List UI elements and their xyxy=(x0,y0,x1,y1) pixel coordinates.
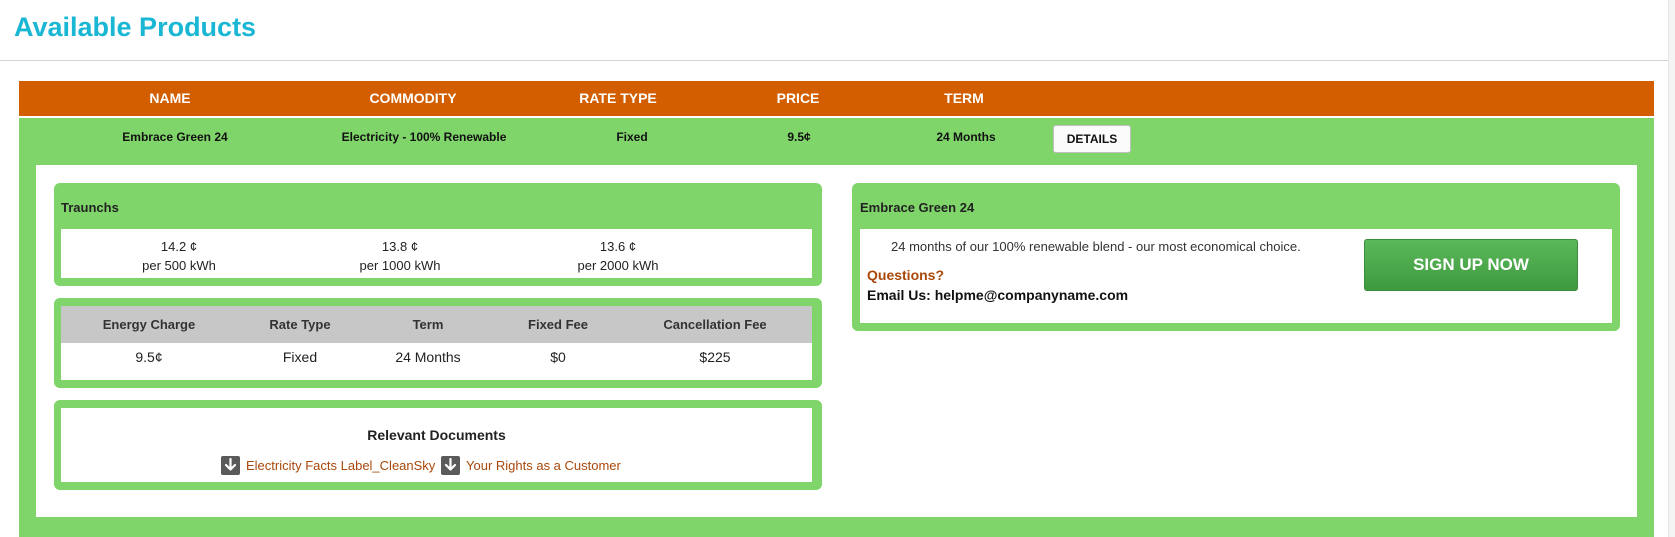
document-link-label: Your Rights as a Customer xyxy=(466,457,621,473)
plan-title: Embrace Green 24 xyxy=(860,200,975,215)
tranches-box: Traunchs 14.2 ¢ per 500 kWh 13.8 ¢ per 1… xyxy=(54,183,822,286)
product-term: 24 Months xyxy=(936,130,996,144)
tranches-title: Traunchs xyxy=(61,200,119,215)
product-details-panel: Traunchs 14.2 ¢ per 500 kWh 13.8 ¢ per 1… xyxy=(36,165,1637,517)
summary-energy-charge: 9.5¢ xyxy=(135,349,163,365)
tranche-usage: per 500 kWh xyxy=(142,258,216,273)
summary-box: Energy Charge Rate Type Term Fixed Fee C… xyxy=(54,298,822,388)
summary-fixed-fee: $0 xyxy=(550,349,566,365)
summary-header-term: Term xyxy=(412,317,444,332)
product-commodity: Electricity - 100% Renewable xyxy=(341,130,507,144)
product-rate-type: Fixed xyxy=(616,130,648,144)
column-header-price: PRICE xyxy=(776,90,820,106)
download-icon xyxy=(441,455,460,475)
summary-cancellation-fee: $225 xyxy=(699,349,731,365)
summary-header-fixed-fee: Fixed Fee xyxy=(528,317,588,332)
contact-email[interactable]: Email Us: helpme@companyname.com xyxy=(867,287,1128,303)
tranche-1000: 13.8 ¢ per 1000 kWh xyxy=(360,237,441,275)
product-price: 9.5¢ xyxy=(787,130,811,144)
customer-rights-link[interactable]: Your Rights as a Customer xyxy=(441,455,621,475)
column-header-term: TERM xyxy=(944,90,984,106)
column-header-rate-type: RATE TYPE xyxy=(579,90,657,106)
details-button[interactable]: DETAILS xyxy=(1053,125,1131,153)
tranche-usage: per 1000 kWh xyxy=(359,258,441,273)
plan-description: 24 months of our 100% renewable blend - … xyxy=(891,239,1301,254)
page-title: Available Products xyxy=(14,12,257,42)
tranche-500: 14.2 ¢ per 500 kWh xyxy=(142,237,216,275)
questions-heading: Questions? xyxy=(867,267,945,283)
products-table-header: NAME COMMODITY RATE TYPE PRICE TERM xyxy=(19,81,1654,116)
sign-up-now-button[interactable]: SIGN UP NOW xyxy=(1364,239,1578,291)
summary-header-row: Energy Charge Rate Type Term Fixed Fee C… xyxy=(61,306,812,343)
documents-title: Relevant Documents xyxy=(367,427,506,443)
column-header-name: NAME xyxy=(149,90,191,106)
summary-term: 24 Months xyxy=(395,349,461,365)
electricity-facts-label-link[interactable]: Electricity Facts Label_CleanSky xyxy=(221,455,435,475)
tranche-usage: per 2000 kWh xyxy=(577,258,659,273)
summary-rate-type: Fixed xyxy=(282,349,318,365)
plan-box: Embrace Green 24 24 months of our 100% r… xyxy=(852,183,1620,331)
tranche-price: 14.2 ¢ xyxy=(160,239,198,254)
documents-box: Relevant Documents Electricity Facts Lab… xyxy=(54,400,822,490)
tranches-table: 14.2 ¢ per 500 kWh 13.8 ¢ per 1000 kWh 1… xyxy=(61,229,812,278)
summary-header-rate-type: Rate Type xyxy=(269,317,331,332)
column-header-commodity: COMMODITY xyxy=(369,90,457,106)
summary-table: Energy Charge Rate Type Term Fixed Fee C… xyxy=(61,306,812,380)
plan-panel: 24 months of our 100% renewable blend - … xyxy=(860,229,1612,323)
download-icon xyxy=(221,455,240,475)
document-link-label: Electricity Facts Label_CleanSky xyxy=(246,457,436,473)
tranche-2000: 13.6 ¢ per 2000 kWh xyxy=(578,237,659,275)
product-name: Embrace Green 24 xyxy=(122,130,228,144)
tranche-price: 13.8 ¢ xyxy=(381,239,419,254)
summary-header-cancellation-fee: Cancellation Fee xyxy=(663,317,767,332)
scrollbar[interactable] xyxy=(1668,0,1675,537)
documents-panel: Relevant Documents Electricity Facts Lab… xyxy=(61,408,812,482)
title-divider xyxy=(0,60,1675,61)
summary-header-energy-charge: Energy Charge xyxy=(102,317,196,332)
tranche-price: 13.6 ¢ xyxy=(599,239,637,254)
